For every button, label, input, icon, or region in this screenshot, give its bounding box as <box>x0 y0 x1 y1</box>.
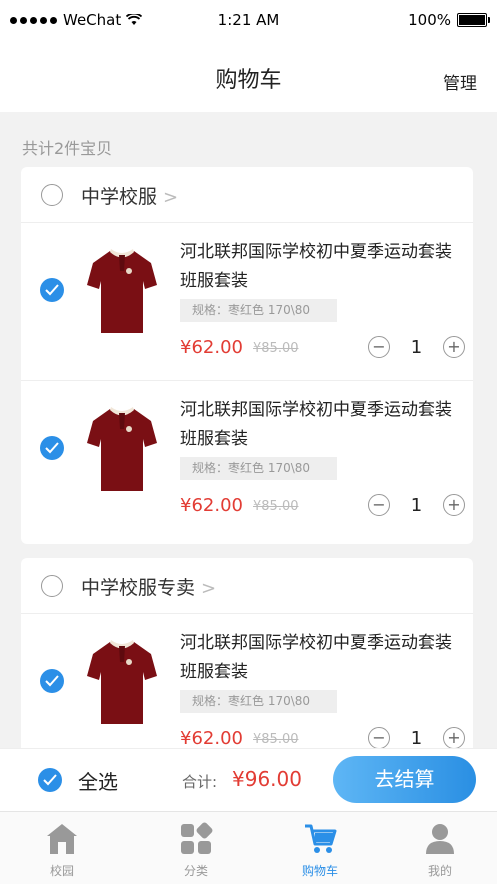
quantity-stepper: − 1 + <box>368 727 465 749</box>
checkmark-icon <box>45 675 59 687</box>
school-icon <box>47 824 77 854</box>
shop-header: 中学校服专卖 > <box>21 558 473 614</box>
item-checkbox[interactable] <box>40 278 64 302</box>
shop-select-radio[interactable] <box>41 184 63 206</box>
checkout-button[interactable]: 去结算 <box>333 756 476 803</box>
shop-card: 中学校服专卖 > 河北联邦国际学校初中夏季运动套装班服套装 规格：枣红色 170\… <box>21 558 473 758</box>
quantity-value[interactable]: 1 <box>390 495 443 516</box>
cart-item: 河北联邦国际学校初中夏季运动套装班服套装 规格：枣红色 170\80 ¥62.0… <box>21 223 473 381</box>
profile-icon <box>426 824 454 854</box>
battery-status: 100% <box>408 11 490 29</box>
quantity-value[interactable]: 1 <box>390 337 443 358</box>
tab-profile[interactable]: 我的 <box>378 812 497 884</box>
battery-icon <box>457 13 490 27</box>
status-bar: WeChat 1:21 AM 100% <box>0 0 497 40</box>
quantity-value[interactable]: 1 <box>390 728 443 749</box>
product-title[interactable]: 河北联邦国际学校初中夏季运动套装班服套装 <box>180 629 465 687</box>
checkmark-icon <box>45 442 59 454</box>
increase-button[interactable]: + <box>443 336 465 358</box>
product-image[interactable] <box>83 241 161 337</box>
original-price: ¥85.00 <box>253 732 299 747</box>
item-checkbox[interactable] <box>40 436 64 460</box>
decrease-button[interactable]: − <box>368 336 390 358</box>
shop-select-radio[interactable] <box>41 575 63 597</box>
quantity-stepper: − 1 + <box>368 494 465 516</box>
shop-name-link[interactable]: 中学校服 > <box>81 182 178 209</box>
checkmark-icon <box>43 774 57 786</box>
select-all-label[interactable]: 全选 <box>78 766 118 795</box>
tab-label: 校园 <box>49 864 74 878</box>
cart-count: 共计2件宝贝 <box>22 139 113 158</box>
tab-school[interactable]: 校园 <box>0 812 124 884</box>
cart-item: 河北联邦国际学校初中夏季运动套装班服套装 规格：枣红色 170\80 ¥62.0… <box>21 381 473 538</box>
chevron-right-icon: > <box>201 578 217 599</box>
item-checkbox[interactable] <box>40 669 64 693</box>
tab-label: 分类 <box>183 864 208 878</box>
category-icon <box>181 822 213 854</box>
tab-category[interactable]: 分类 <box>134 812 258 884</box>
tab-bar: 校园 分类 购物车 我的 <box>0 811 497 884</box>
original-price: ¥85.00 <box>253 499 299 514</box>
quantity-stepper: − 1 + <box>368 336 465 358</box>
shop-name: 中学校服专卖 <box>81 577 196 599</box>
nav-bar: 购物车 管理 <box>0 40 497 112</box>
product-image[interactable] <box>83 632 161 728</box>
manage-button[interactable]: 管理 <box>443 69 477 94</box>
page-title: 购物车 <box>215 68 282 93</box>
increase-button[interactable]: + <box>443 727 465 749</box>
product-title[interactable]: 河北联邦国际学校初中夏季运动套装班服套装 <box>180 238 465 296</box>
shop-name-link[interactable]: 中学校服专卖 > <box>81 573 216 600</box>
battery-percent: 100% <box>408 11 451 29</box>
product-spec[interactable]: 规格：枣红色 170\80 <box>180 299 337 322</box>
shop-header: 中学校服 > <box>21 167 473 223</box>
cart-item: 河北联邦国际学校初中夏季运动套装班服套装 规格：枣红色 170\80 ¥62.0… <box>21 614 473 758</box>
tab-label: 购物车 <box>301 864 338 878</box>
checkout-bar: 全选 合计: ¥96.00 去结算 <box>0 748 497 811</box>
original-price: ¥85.00 <box>253 341 299 356</box>
product-spec[interactable]: 规格：枣红色 170\80 <box>180 457 337 480</box>
total-value: ¥96.00 <box>232 767 302 791</box>
product-price: ¥62.00 <box>180 495 243 516</box>
tab-cart[interactable]: 购物车 <box>258 812 382 884</box>
product-price: ¥62.00 <box>180 728 243 749</box>
chevron-right-icon: > <box>163 187 179 208</box>
product-image[interactable] <box>83 399 161 495</box>
shop-card: 中学校服 > 河北联邦国际学校初中夏季运动套装班服套装 规格：枣红色 170\80… <box>21 167 473 544</box>
product-title[interactable]: 河北联邦国际学校初中夏季运动套装班服套装 <box>180 396 465 454</box>
product-spec[interactable]: 规格：枣红色 170\80 <box>180 690 337 713</box>
product-price: ¥62.00 <box>180 337 243 358</box>
total-label: 合计: <box>182 773 218 791</box>
increase-button[interactable]: + <box>443 494 465 516</box>
checkmark-icon <box>45 284 59 296</box>
decrease-button[interactable]: − <box>368 727 390 749</box>
shop-name: 中学校服 <box>81 186 158 208</box>
tab-label: 我的 <box>427 864 452 878</box>
cart-icon <box>305 824 337 853</box>
decrease-button[interactable]: − <box>368 494 390 516</box>
select-all-checkbox[interactable] <box>38 768 62 792</box>
